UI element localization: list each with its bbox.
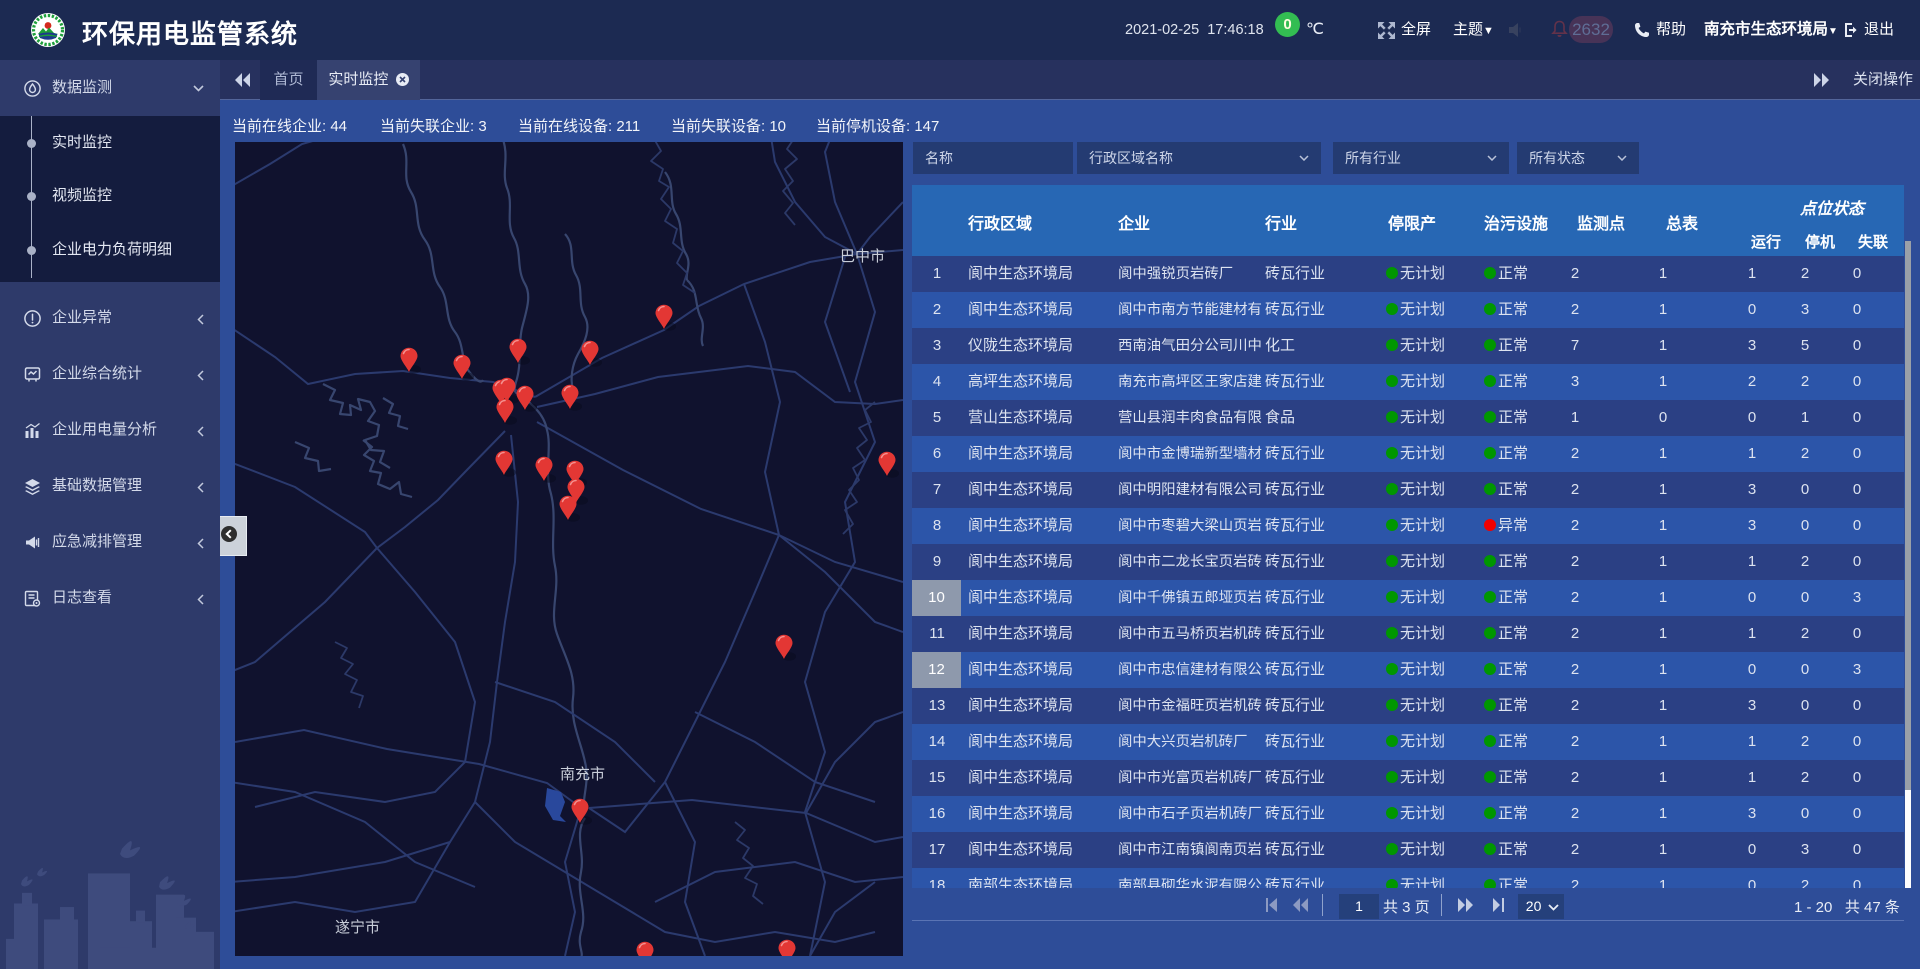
svg-text:遂宁市: 遂宁市 [335, 919, 380, 936]
svg-text:南充市: 南充市 [560, 766, 605, 783]
svg-text:巴中市: 巴中市 [840, 248, 885, 265]
